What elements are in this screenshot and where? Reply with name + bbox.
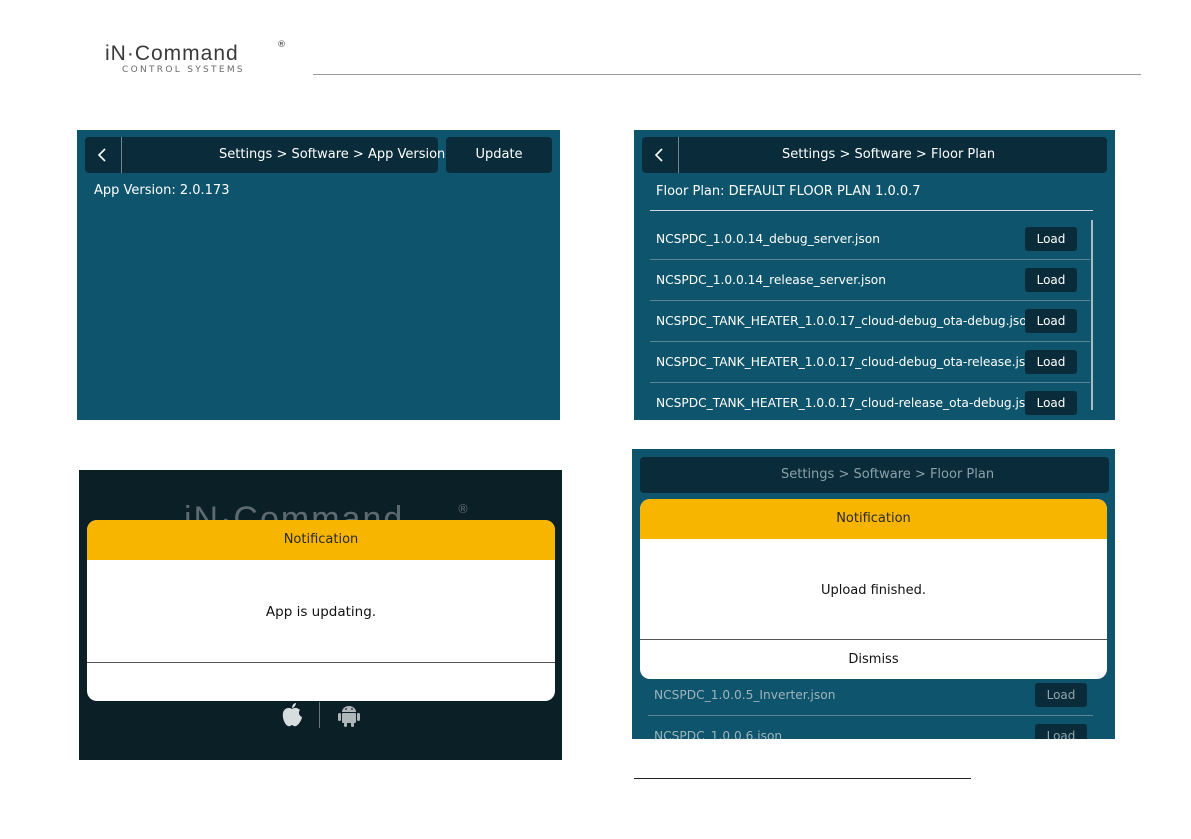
scrollbar[interactable] — [1091, 220, 1093, 410]
load-button[interactable]: Load — [1025, 227, 1077, 251]
android-icon — [338, 706, 360, 727]
breadcrumb: Settings > Software > Floor Plan — [782, 147, 996, 162]
app-updating-screen: iN·Command ® Notification App is updatin… — [79, 470, 562, 760]
brand-name: iN·Command — [105, 42, 239, 65]
list-item: NCSPDC_TANK_HEATER_1.0.0.17_cloud-debug_… — [650, 342, 1090, 383]
load-button[interactable]: Load — [1035, 724, 1087, 739]
dismiss-button[interactable]: Dismiss — [640, 640, 1107, 679]
list-item: NCSPDC_TANK_HEATER_1.0.0.17_cloud-debug_… — [650, 301, 1090, 342]
notification-dialog: Notification Upload finished. Dismiss — [640, 499, 1107, 679]
back-button[interactable] — [85, 137, 122, 173]
dialog-message: Upload finished. — [820, 583, 927, 598]
file-name: NCSPDC_1.0.0.14_release_server.json — [656, 273, 886, 287]
floor-plan-divider — [650, 210, 1093, 211]
brand-tagline: CONTROL SYSTEMS — [122, 65, 245, 75]
list-item: NCSPDC_TANK_HEATER_1.0.0.17_cloud-releas… — [650, 383, 1090, 420]
os-divider — [319, 702, 320, 728]
current-floor-plan: Floor Plan: DEFAULT FLOOR PLAN 1.0.0.7 — [656, 184, 921, 199]
file-name: NCSPDC_TANK_HEATER_1.0.0.17_cloud-releas… — [656, 396, 1041, 410]
file-name: NCSPDC_1.0.0.14_debug_server.json — [656, 232, 880, 246]
upload-finished-screen: Settings > Software > Floor Plan NCSPDC_… — [632, 449, 1115, 739]
list-item: NCSPDC_1.0.0.6.json Load — [648, 716, 1093, 739]
breadcrumb: Settings > Software > App Version — [219, 147, 446, 162]
file-name: NCSPDC_1.0.0.5_Inverter.json — [654, 688, 836, 702]
load-button[interactable]: Load — [1025, 391, 1077, 415]
file-name: NCSPDC_1.0.0.6.json — [654, 729, 783, 739]
app-version-screen: Settings > Software > App Version Update… — [77, 130, 560, 420]
load-button[interactable]: Load — [1035, 683, 1087, 707]
bottom-divider — [634, 778, 971, 779]
list-item: NCSPDC_1.0.0.14_release_server.json Load — [650, 260, 1090, 301]
load-button[interactable]: Load — [1025, 350, 1077, 374]
breadcrumb: Settings > Software > Floor Plan — [781, 467, 995, 482]
chevron-left-icon — [97, 148, 106, 162]
dialog-title: Notification — [87, 520, 555, 560]
chevron-left-icon — [654, 148, 663, 162]
update-button[interactable]: Update — [446, 137, 552, 173]
list-item: NCSPDC_1.0.0.5_Inverter.json Load — [648, 675, 1093, 716]
top-bar: Settings > Software > App Version — [85, 137, 445, 173]
brand-registered-mark: ® — [277, 40, 286, 50]
dialog-message: App is updating. — [265, 604, 377, 620]
header-divider — [313, 74, 1141, 75]
notification-dialog: Notification App is updating. — [87, 520, 555, 701]
list-item: NCSPDC_1.0.0.14_debug_server.json Load — [650, 219, 1090, 260]
load-button[interactable]: Load — [1025, 268, 1077, 292]
dialog-title: Notification — [640, 499, 1107, 539]
floor-plan-file-list: NCSPDC_1.0.0.5_Inverter.json Load NCSPDC… — [648, 675, 1093, 739]
load-button[interactable]: Load — [1025, 309, 1077, 333]
back-button[interactable] — [642, 137, 679, 173]
brand-logo: iN·Command ® CONTROL SYSTEMS — [105, 40, 295, 80]
background-logo-registered-mark: ® — [457, 502, 469, 516]
apple-icon — [282, 703, 302, 727]
floor-plan-file-list[interactable]: NCSPDC_1.0.0.14_debug_server.json Load N… — [650, 219, 1090, 420]
top-bar: Settings > Software > Floor Plan — [642, 137, 1107, 173]
dialog-divider — [87, 662, 555, 663]
app-version-label: App Version: 2.0.173 — [94, 183, 230, 198]
floor-plan-screen: Settings > Software > Floor Plan Floor P… — [634, 130, 1115, 420]
file-name: NCSPDC_TANK_HEATER_1.0.0.17_cloud-debug_… — [656, 355, 1041, 369]
file-name: NCSPDC_TANK_HEATER_1.0.0.17_cloud-debug_… — [656, 314, 1035, 328]
